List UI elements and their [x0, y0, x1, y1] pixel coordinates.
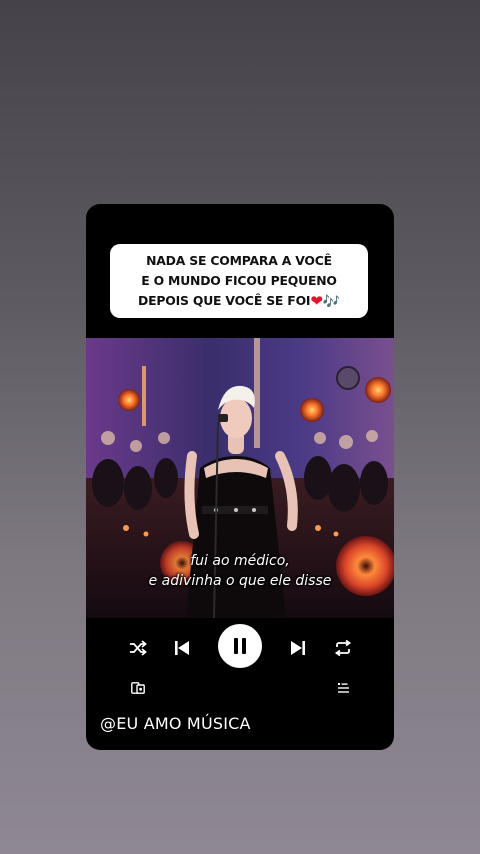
queue-icon[interactable]	[334, 676, 354, 700]
player-bottom-row	[86, 676, 394, 700]
skip-previous-icon[interactable]	[170, 624, 194, 672]
connect-devices-icon[interactable]	[128, 676, 148, 700]
caption-line-1: NADA SE COMPARA A VOCÊ	[146, 253, 332, 268]
player-controls	[86, 624, 394, 672]
subtitle-line-1: fui ao médico,	[190, 553, 290, 569]
music-notes-icon: 🎶	[322, 294, 340, 310]
video-frame[interactable]: fui ao médico, e adivinha o que ele diss…	[86, 338, 394, 618]
skip-next-icon[interactable]	[286, 624, 310, 672]
heart-icon: ❤	[310, 292, 323, 310]
pause-icon	[234, 638, 246, 654]
channel-handle: @EU AMO MÚSICA	[100, 714, 251, 733]
caption-line-2: E O MUNDO FICOU PEQUENO	[141, 273, 337, 288]
caption-line-3: DEPOIS QUE VOCÊ SE FOI❤🎶	[116, 291, 362, 312]
caption-box: NADA SE COMPARA A VOCÊ E O MUNDO FICOU P…	[110, 244, 368, 318]
subtitle-line-2: e adivinha o que ele disse	[148, 573, 332, 589]
repeat-icon[interactable]	[331, 624, 355, 672]
music-card: NADA SE COMPARA A VOCÊ E O MUNDO FICOU P…	[86, 204, 394, 750]
shuffle-icon[interactable]	[126, 624, 150, 672]
pause-button[interactable]	[218, 624, 262, 668]
caption-line-3-text: DEPOIS QUE VOCÊ SE FOI	[138, 293, 311, 308]
